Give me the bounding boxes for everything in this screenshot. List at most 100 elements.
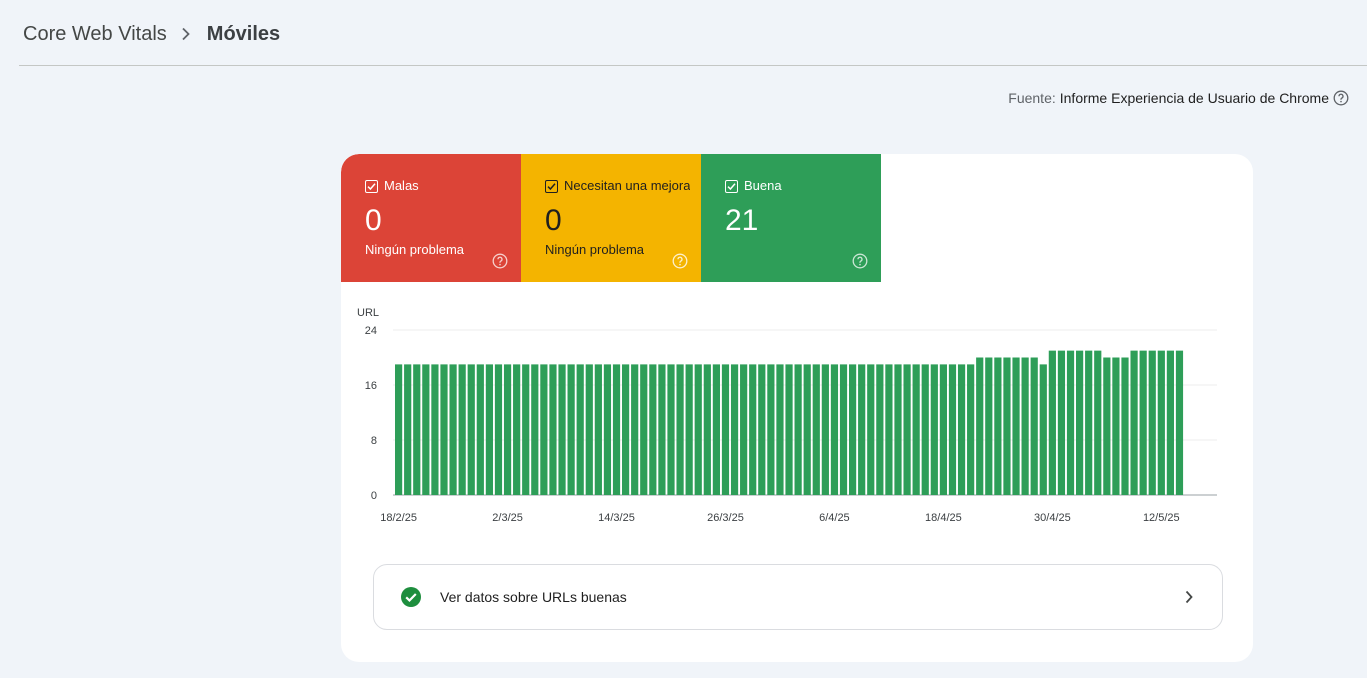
chart-bar (767, 364, 775, 496)
chart-bar (1121, 357, 1129, 495)
chart-bar (431, 364, 439, 496)
chart-bar (603, 364, 612, 496)
chart-bar (885, 364, 893, 496)
chart-bar (549, 364, 557, 496)
chart-bar (957, 364, 966, 496)
chart-bar (649, 364, 657, 496)
chart-bar (1012, 357, 1020, 495)
checkbox-checked-icon[interactable] (545, 179, 558, 193)
chart-bar (476, 364, 484, 496)
chart-bar (1148, 350, 1156, 496)
chart-bar (703, 364, 711, 496)
chart-bar (730, 364, 739, 496)
tile-value: 0 (365, 204, 382, 237)
x-tick-label: 14/3/25 (598, 512, 635, 524)
chart-bar (594, 364, 602, 496)
chart-bar (1094, 350, 1102, 496)
chart-bar (812, 364, 820, 496)
chart-bar (1076, 350, 1084, 496)
chart-bar (921, 364, 929, 496)
core-web-vitals-card: Malas 0 Ningún problema Necesitan una me… (341, 154, 1253, 662)
chart-bar (1030, 357, 1038, 495)
chart-bar (494, 364, 503, 496)
chart-bar (576, 364, 584, 496)
y-tick-label: 0 (371, 490, 377, 502)
x-tick-label: 26/3/25 (707, 512, 744, 524)
help-icon[interactable] (852, 253, 868, 269)
chart-bar (903, 364, 911, 496)
breadcrumb: Core Web Vitals Móviles (23, 22, 280, 46)
tile-subtext: Ningún problema (545, 242, 645, 257)
chart-bar (758, 364, 766, 496)
chart-bar (994, 357, 1002, 495)
status-tiles: Malas 0 Ningún problema Necesitan una me… (341, 154, 881, 282)
chart-bar (694, 364, 702, 496)
x-tick-label: 2/3/25 (492, 512, 523, 524)
chevron-right-icon (181, 27, 191, 41)
tile-good[interactable]: Buena 21 (701, 154, 881, 282)
chart-bar (667, 364, 675, 496)
view-good-urls-link[interactable]: Ver datos sobre URLs buenas (373, 564, 1223, 630)
chart-bar (522, 364, 530, 496)
chart-bar (912, 364, 920, 496)
chart-bar (658, 364, 666, 496)
chart-bar (712, 364, 720, 496)
header-divider (19, 65, 1367, 66)
breadcrumb-root[interactable]: Core Web Vitals (23, 22, 167, 46)
tile-value: 0 (545, 204, 562, 237)
tile-value: 21 (725, 204, 759, 237)
data-source: Fuente: Informe Experiencia de Usuario d… (1008, 89, 1349, 107)
chart-bar (740, 364, 748, 496)
chart-bar (540, 364, 548, 496)
checkbox-checked-icon[interactable] (365, 179, 378, 193)
chart-bar (1139, 350, 1147, 496)
tile-poor[interactable]: Malas 0 Ningún problema (341, 154, 521, 282)
x-tick-label: 30/4/25 (1034, 512, 1071, 524)
chart-bar (404, 364, 412, 496)
tile-label: Necesitan una mejora (564, 179, 691, 193)
chart-bar (1057, 350, 1066, 496)
tile-needs-improvement[interactable]: Necesitan una mejora 0 Ningún problema (521, 154, 701, 282)
view-good-urls-label: Ver datos sobre URLs buenas (440, 589, 627, 605)
chart-bar (413, 364, 421, 496)
chart-bar (985, 357, 993, 495)
chart-bar (776, 364, 784, 496)
chevron-right-icon (1184, 590, 1194, 604)
chart-bar (1048, 350, 1056, 496)
help-icon[interactable] (492, 253, 508, 269)
chart-bar (939, 364, 947, 496)
chart-bar (858, 364, 866, 496)
y-tick-label: 16 (365, 380, 377, 392)
help-icon[interactable] (1333, 90, 1349, 106)
x-tick-label: 18/2/25 (380, 512, 417, 524)
chart-bar (640, 364, 648, 496)
chart-bar (612, 364, 621, 496)
chart-bar (876, 364, 884, 496)
chart-bar (395, 364, 403, 496)
chart-bar (585, 364, 593, 496)
chart-bar (458, 364, 466, 496)
chart-bar (449, 364, 457, 496)
chart-bar (1175, 350, 1184, 496)
chart-bar (749, 364, 757, 496)
chart-bar (503, 364, 512, 496)
chart-bar (1066, 350, 1075, 496)
chart-bar (830, 364, 839, 496)
help-icon[interactable] (672, 253, 688, 269)
check-circle-icon (400, 586, 422, 608)
chart-bar (839, 364, 848, 496)
chart-bar (513, 364, 521, 496)
page-title: Móviles (206, 23, 281, 45)
chart-bar (867, 364, 875, 496)
chart-bar (631, 364, 639, 496)
tile-label: Malas (384, 179, 419, 193)
chart-bar (930, 364, 938, 496)
chart-bar (785, 364, 793, 496)
chart-bar (1112, 357, 1120, 495)
chart-bar (948, 364, 957, 496)
checkbox-checked-icon[interactable] (725, 179, 738, 193)
chart-bar (567, 364, 575, 496)
url-bar-chart: URL 0 8 16 24 18/2/25 2/3/25 14/3/25 26/3/25 6/4/… (357, 307, 1217, 524)
x-tick-label: 18/4/25 (925, 512, 962, 524)
chart-bar (1021, 357, 1029, 495)
